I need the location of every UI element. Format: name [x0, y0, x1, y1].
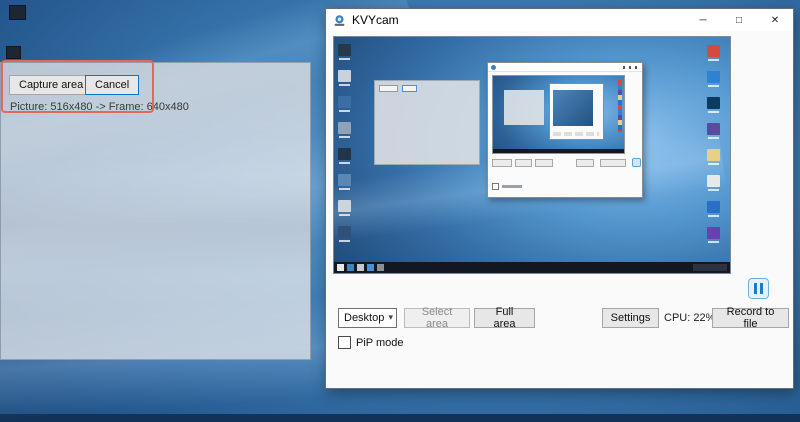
shortcut-icon	[707, 227, 720, 239]
preview-nested-checkbox-label	[502, 185, 522, 188]
preview-deep-icon-strip	[618, 80, 622, 132]
app-icon	[333, 14, 346, 27]
select-area-button[interactable]: Select area	[404, 308, 470, 328]
close-button[interactable]: ✕	[757, 9, 793, 31]
maximize-button[interactable]: □	[721, 9, 757, 31]
preview-nested-pause-icon	[632, 158, 641, 167]
pause-icon	[754, 283, 763, 294]
kvycam-window: KVYcam ─ □ ✕	[325, 8, 794, 389]
shortcut-icon	[338, 174, 351, 186]
shortcut-icon	[338, 96, 351, 108]
desktop-icon[interactable]	[9, 5, 26, 20]
shortcut-icon	[707, 71, 720, 83]
preview-nested-capture-overlay	[504, 90, 544, 125]
preview-nested-control	[600, 159, 626, 167]
preview-deep-taskbar	[493, 149, 624, 153]
preview-taskbar	[334, 262, 730, 273]
pip-mode-checkbox[interactable]	[338, 336, 351, 349]
window-title: KVYcam	[352, 13, 399, 27]
desktop-icon[interactable]	[6, 46, 21, 59]
title-bar[interactable]: KVYcam ─ □ ✕	[326, 9, 793, 31]
shortcut-icon	[338, 226, 351, 238]
chevron-down-icon: ▾	[388, 312, 393, 323]
preview-left-icons	[338, 44, 351, 238]
record-to-file-button[interactable]: Record to file	[712, 308, 789, 328]
shortcut-icon	[357, 264, 364, 271]
annotation-highlight-box	[1, 60, 154, 113]
shortcut-icon	[338, 200, 351, 212]
pip-mode-row: PiP mode	[338, 336, 404, 349]
shortcut-icon	[347, 264, 354, 271]
cpu-usage-label: CPU: 22%	[664, 312, 715, 324]
shortcut-icon	[377, 264, 384, 271]
preview-nested-titlebar	[488, 63, 642, 72]
shortcut-icon	[707, 149, 720, 161]
preview-nested-control	[535, 159, 553, 167]
shortcut-icon	[337, 264, 344, 271]
preview-nested-preview	[492, 75, 625, 154]
shortcut-icon	[707, 175, 720, 187]
pause-button[interactable]	[748, 278, 769, 299]
preview-deep-buttons	[553, 132, 599, 136]
shortcut-icon	[707, 97, 720, 109]
minimize-button[interactable]: ─	[685, 9, 721, 31]
source-dropdown-value: Desktop	[344, 312, 384, 324]
preview-nested-control	[515, 159, 532, 167]
preview-taskbar-tray	[693, 264, 727, 271]
preview-nested-app-icon	[491, 65, 496, 70]
preview-nested-control	[576, 159, 594, 167]
preview-nested-control	[492, 159, 512, 167]
video-preview	[333, 36, 731, 274]
preview-nested-nested-window	[549, 83, 604, 140]
pip-mode-label: PiP mode	[356, 337, 404, 349]
preview-deep-preview	[553, 90, 593, 126]
shortcut-icon	[338, 44, 351, 56]
shortcut-icon	[338, 122, 351, 134]
source-dropdown[interactable]: Desktop ▾	[338, 308, 397, 328]
shortcut-icon	[367, 264, 374, 271]
shortcut-icon	[707, 123, 720, 135]
preview-capture-button	[379, 85, 398, 92]
preview-taskbar-icons	[334, 262, 384, 273]
shortcut-icon	[707, 201, 720, 213]
preview-right-icons	[707, 45, 720, 239]
full-area-button[interactable]: Full area	[474, 308, 535, 328]
shortcut-icon	[338, 70, 351, 82]
preview-nested-checkbox	[492, 183, 499, 190]
preview-nested-window-controls	[623, 66, 639, 69]
shortcut-icon	[338, 148, 351, 160]
settings-button[interactable]: Settings	[602, 308, 659, 328]
preview-capture-overlay	[374, 80, 480, 165]
preview-cancel-button	[402, 85, 417, 92]
preview-nested-window	[487, 62, 643, 198]
shortcut-icon	[707, 45, 720, 57]
